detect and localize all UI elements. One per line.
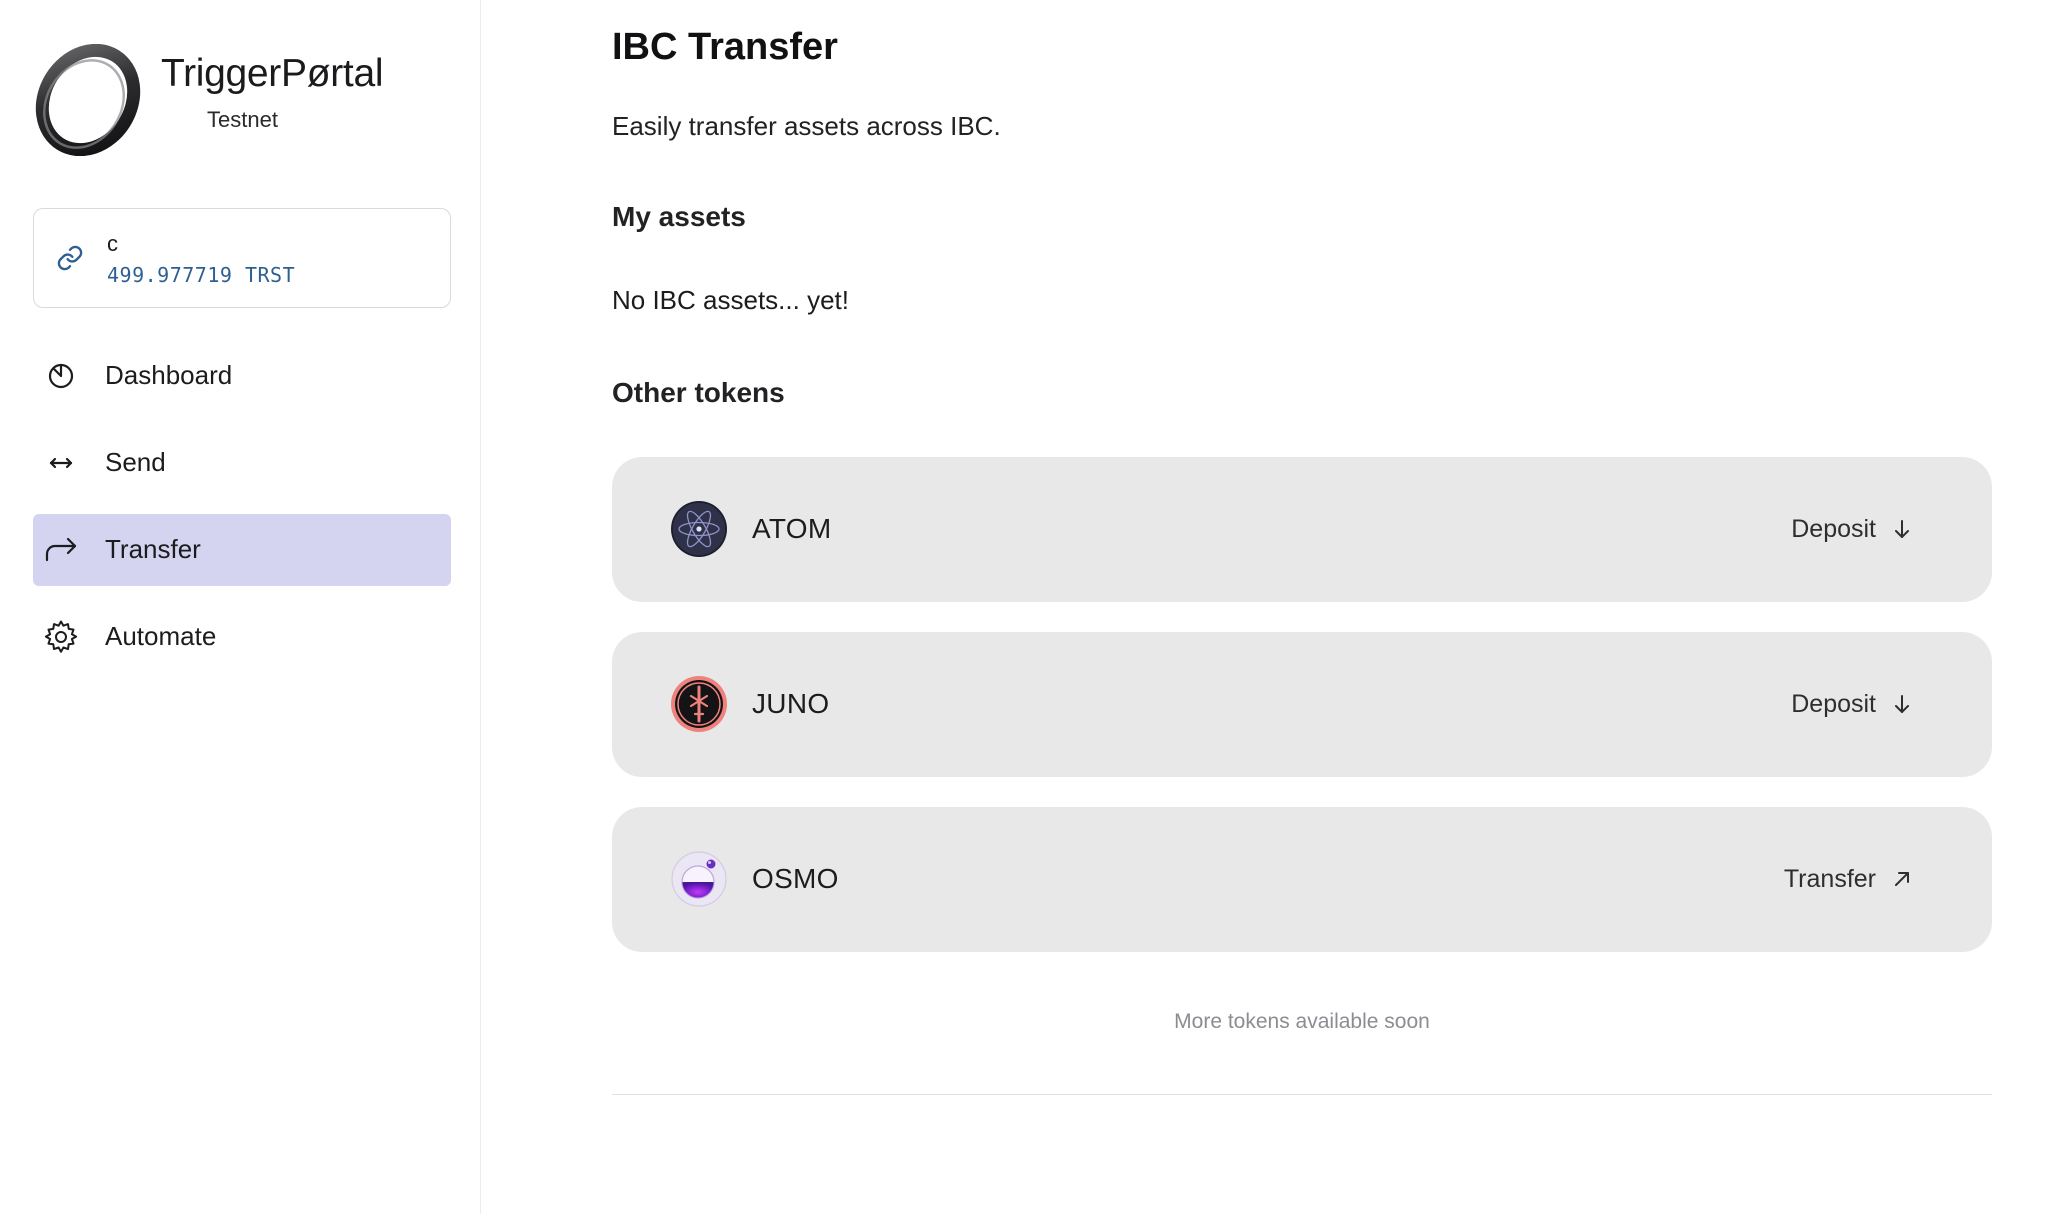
sidebar-nav: Dashboard Send Transfer Automate <box>33 340 451 688</box>
section-divider <box>612 1094 1992 1095</box>
token-symbol: JUNO <box>752 688 830 719</box>
page-title: IBC Transfer <box>612 26 838 68</box>
arrow-down-icon <box>1895 695 1909 713</box>
sidebar-item-label: Transfer <box>105 534 201 564</box>
sidebar-item-automate[interactable]: Automate <box>33 601 451 673</box>
action-label: Deposit <box>1791 689 1876 718</box>
app-root: TriggerPørtal Testnet c 499.977719 TRST … <box>0 0 2046 1214</box>
share-arrow-icon <box>45 537 77 562</box>
brand[interactable]: TriggerPørtal Testnet <box>32 44 452 156</box>
wallet-card[interactable]: c 499.977719 TRST <box>33 208 451 308</box>
brand-name: TriggerPørtal <box>161 52 384 95</box>
sidebar-item-label: Dashboard <box>105 360 233 390</box>
triggerportal-logo-icon <box>35 44 141 156</box>
sidebar-item-transfer[interactable]: Transfer <box>33 514 451 586</box>
osmosis-logo-icon <box>671 851 727 907</box>
dashboard-icon <box>48 363 74 389</box>
my-assets-heading: My assets <box>612 201 746 232</box>
atom-deposit-button[interactable]: Deposit <box>1791 501 1914 557</box>
more-tokens-note: More tokens available soon <box>1174 1010 1430 1033</box>
other-tokens-heading: Other tokens <box>612 377 785 408</box>
sidebar: TriggerPørtal Testnet c 499.977719 TRST … <box>0 0 481 1214</box>
network-label: Testnet <box>207 107 278 132</box>
sidebar-item-send[interactable]: Send <box>33 427 451 499</box>
token-symbol: OSMO <box>752 863 839 894</box>
arrow-down-icon <box>1895 520 1909 538</box>
wallet-balance: 499.977719 TRST <box>107 263 296 287</box>
page-description: Easily transfer assets across IBC. <box>612 111 1001 141</box>
link-icon <box>57 245 83 271</box>
juno-logo-icon <box>671 676 727 732</box>
no-assets-message: No IBC assets... yet! <box>612 285 849 315</box>
cosmos-atom-logo-icon <box>671 501 727 557</box>
action-label: Transfer <box>1783 864 1876 893</box>
token-card-osmo: OSMO Transfer <box>612 807 1992 952</box>
token-symbol: ATOM <box>752 513 832 544</box>
wallet-name: c <box>107 231 118 256</box>
token-card-juno: JUNO Deposit <box>612 632 1992 777</box>
action-label: Deposit <box>1791 514 1876 543</box>
arrows-horizontal-icon <box>49 457 73 469</box>
sidebar-item-dashboard[interactable]: Dashboard <box>33 340 451 412</box>
arrow-up-right-icon <box>1895 872 1909 886</box>
juno-deposit-button[interactable]: Deposit <box>1791 676 1914 732</box>
gear-icon <box>44 620 78 653</box>
osmo-transfer-button[interactable]: Transfer <box>1784 851 1914 907</box>
sidebar-item-label: Send <box>105 447 166 477</box>
token-card-atom: ATOM Deposit <box>612 457 1992 602</box>
sidebar-item-label: Automate <box>105 621 217 651</box>
